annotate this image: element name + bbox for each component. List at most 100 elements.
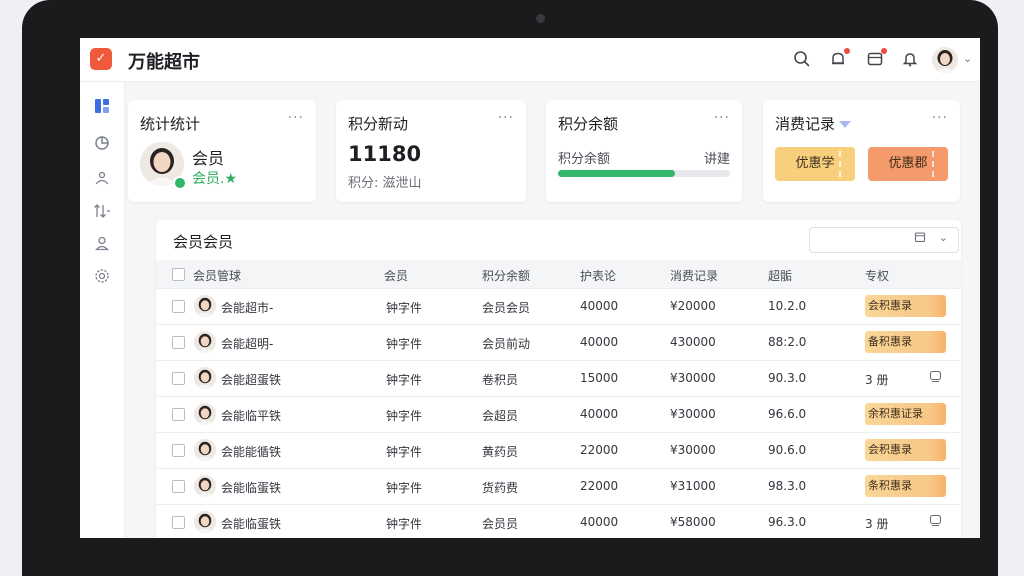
sort-icon[interactable] — [92, 203, 112, 223]
ratio-cell: 96.6.0 — [768, 407, 807, 421]
caret-down-icon[interactable] — [839, 121, 852, 128]
table-row[interactable]: 会能临平铁 钟字件 会超员 40000 ¥30000 96.6.0 余积惠证录 — [156, 397, 961, 433]
member-avatar — [194, 331, 216, 353]
col-header[interactable]: 会员管球 — [193, 267, 241, 284]
bell-icon[interactable] — [900, 50, 920, 70]
row-checkbox[interactable] — [172, 480, 185, 493]
table-row[interactable]: 会能临蛋铁 钟字件 会员员 40000 ¥58000 96.3.0 3 册 — [156, 505, 961, 538]
app-screen: ✓ 万能超市 ⌄ 统计统计 ··· 会员 会员.★ 积分新动 ··· 11180… — [80, 38, 980, 538]
balance-label: 积分余额 — [558, 152, 611, 167]
member-name-cell[interactable]: 会能临蛋铁 — [221, 515, 281, 532]
ratio-cell: 96.3.0 — [768, 515, 807, 529]
col-header[interactable]: 积分余额 — [482, 267, 530, 284]
balance-card: 积分余额 ··· 积分余额 讲建 — [546, 100, 742, 202]
select-all-checkbox[interactable] — [172, 268, 185, 281]
spending-cell: ¥30000 — [670, 371, 716, 385]
search-icon[interactable] — [792, 50, 812, 70]
inbox-icon[interactable] — [865, 48, 887, 70]
member-level-cell: 钟字件 — [386, 373, 423, 387]
balance-cell: 40000 — [580, 515, 619, 529]
chevron-down-icon: ⌄ — [938, 231, 948, 244]
row-checkbox[interactable] — [172, 408, 185, 421]
balance-link[interactable]: 讲建 — [704, 148, 730, 167]
member-name-cell[interactable]: 会能临平铁 — [221, 407, 281, 424]
member-avatar — [194, 475, 216, 497]
privilege-tag[interactable]: 余积惠证录 — [865, 403, 946, 425]
privilege-text: 3 册 — [865, 517, 889, 531]
table-row[interactable]: 会能临蛋铁 钟字件 货药费 22000 ¥31000 98.3.0 条积惠录 — [156, 469, 961, 505]
filter-select[interactable]: ⌄ — [809, 227, 959, 253]
member-name-cell[interactable]: 会能超蛋铁 — [221, 371, 281, 388]
privilege-tag[interactable]: 备积惠录 — [865, 331, 946, 353]
spending-cell: ¥58000 — [670, 515, 716, 529]
row-checkbox[interactable] — [172, 516, 185, 529]
col-header[interactable]: 会员 — [384, 267, 408, 284]
member-avatar — [194, 295, 216, 317]
members-icon[interactable] — [92, 170, 112, 190]
privilege-tag[interactable]: 会积惠录 — [865, 295, 946, 317]
balance-progress-fill — [558, 170, 675, 177]
ratio-cell: 90.6.0 — [768, 443, 807, 457]
table-row[interactable]: 会能超明- 钟字件 会员前动 40000 430000 88:2.0 备积惠录 — [156, 325, 961, 361]
more-icon[interactable]: ··· — [288, 110, 304, 126]
coupon-orange[interactable]: 优惠郡 — [868, 147, 948, 181]
more-icon[interactable]: ··· — [498, 110, 514, 126]
app-logo-icon[interactable]: ✓ — [90, 48, 112, 70]
member-name-cell[interactable]: 会能能循铁 — [221, 443, 281, 460]
points-subtext: 积分: 滋泄山 — [348, 176, 422, 191]
balance-cell: 15000 — [580, 371, 619, 385]
points-cell: 卷积员 — [482, 373, 519, 387]
table-row[interactable]: 会能能循铁 钟字件 黄药员 22000 ¥30000 90.6.0 会积惠录 — [156, 433, 961, 469]
privilege-tag[interactable]: 会积惠录 — [865, 439, 946, 461]
ratio-cell: 98.3.0 — [768, 479, 807, 493]
notification-icon[interactable] — [828, 48, 850, 70]
user-icon[interactable] — [92, 235, 112, 255]
spending-cell: ¥30000 — [670, 443, 716, 457]
col-header[interactable]: 消费记录 — [670, 267, 718, 284]
spending-cell: 430000 — [670, 335, 716, 349]
member-name-cell[interactable]: 会能超明- — [221, 335, 273, 352]
calendar-icon — [914, 231, 926, 246]
privilege-text: 3 册 — [865, 373, 889, 387]
privilege-tag[interactable]: 条积惠录 — [865, 475, 946, 497]
tablet-frame: ✓ 万能超市 ⌄ 统计统计 ··· 会员 会员.★ 积分新动 ··· 11180… — [22, 0, 998, 576]
analytics-icon[interactable] — [92, 135, 112, 155]
chevron-down-icon[interactable]: ⌄ — [963, 52, 972, 65]
settings-icon[interactable] — [92, 268, 112, 288]
table-header: 会员管球 会员 积分余额 护表论 消费记录 超骺 专权 — [156, 260, 961, 289]
col-header[interactable]: 护表论 — [580, 267, 616, 284]
coupon-yellow[interactable]: 优惠学 — [775, 147, 855, 181]
app-title: 万能超市 — [128, 52, 200, 73]
table-row[interactable]: 会能超市- 钟字件 会员会员 40000 ¥20000 10.2.0 会积惠录 — [156, 289, 961, 325]
member-level-cell: 钟字件 — [386, 481, 423, 495]
spending-cell: ¥30000 — [670, 407, 716, 421]
camera-dot — [536, 14, 545, 23]
more-icon[interactable]: ··· — [932, 110, 948, 126]
message-icon[interactable] — [929, 370, 942, 386]
col-header[interactable]: 专权 — [865, 267, 889, 284]
row-checkbox[interactable] — [172, 336, 185, 349]
member-avatar — [194, 367, 216, 389]
card-title: 消费记录 — [775, 113, 852, 134]
points-cell: 会员前动 — [482, 337, 531, 351]
balance-cell: 40000 — [580, 335, 619, 349]
sidebar — [80, 82, 125, 538]
user-avatar[interactable] — [932, 47, 958, 73]
ratio-cell: 10.2.0 — [768, 299, 807, 313]
member-name-cell[interactable]: 会能临蛋铁 — [221, 479, 281, 496]
card-title-text: 消费记录 — [775, 115, 836, 133]
points-cell: 黄药员 — [482, 445, 519, 459]
ratio-cell: 88:2.0 — [768, 335, 807, 349]
table-row[interactable]: 会能超蛋铁 钟字件 卷积员 15000 ¥30000 90.3.0 3 册 — [156, 361, 961, 397]
message-icon[interactable] — [929, 514, 942, 530]
row-checkbox[interactable] — [172, 300, 185, 313]
row-checkbox[interactable] — [172, 444, 185, 457]
member-level-cell: 钟字件 — [386, 337, 423, 351]
card-title: 积分新动 — [348, 115, 409, 133]
panel-title: 会员会员 — [173, 233, 234, 251]
dashboard-icon[interactable] — [92, 98, 112, 118]
col-header[interactable]: 超骺 — [768, 267, 792, 284]
more-icon[interactable]: ··· — [714, 110, 730, 126]
member-name-cell[interactable]: 会能超市- — [221, 299, 273, 316]
row-checkbox[interactable] — [172, 372, 185, 385]
